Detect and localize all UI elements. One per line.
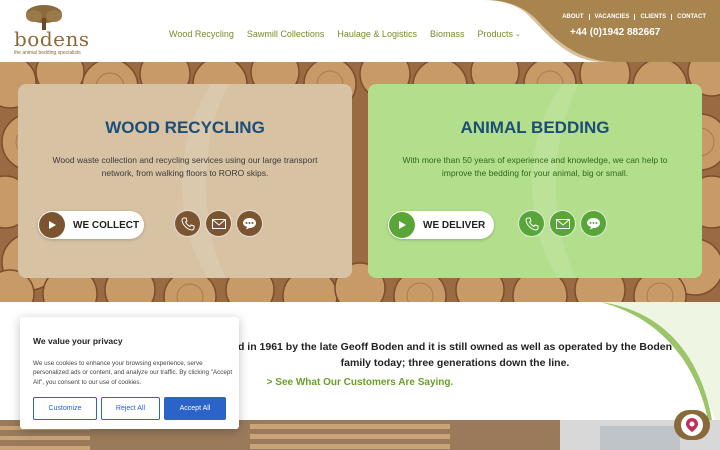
chat-widget-button[interactable] <box>674 410 710 440</box>
toplink-clients[interactable]: CLIENTS <box>635 14 673 20</box>
button-label: WE DELIVER <box>423 219 486 231</box>
chat-widget-icon <box>681 414 703 436</box>
wood-recycling-card: WOOD RECYCLING Wood waste collection and… <box>18 84 352 278</box>
phone-number[interactable]: +44 (0)1942 882667 <box>570 27 660 38</box>
cookie-title: We value your privacy <box>33 336 123 346</box>
nav-biomass[interactable]: Biomass <box>430 29 465 39</box>
toplink-contact[interactable]: CONTACT <box>672 14 706 20</box>
nav-haulage-logistics[interactable]: Haulage & Logistics <box>337 29 417 39</box>
email-icon[interactable] <box>549 210 576 237</box>
reject-all-button[interactable]: Reject All <box>101 397 160 420</box>
we-deliver-button[interactable]: WE DELIVER <box>388 211 494 239</box>
play-icon <box>39 212 65 238</box>
nav-sawmill-collections[interactable]: Sawmill Collections <box>247 29 325 39</box>
cookie-consent-dialog: We value your privacy We use cookies to … <box>20 317 239 429</box>
contact-icons <box>518 210 607 237</box>
play-icon <box>389 212 415 238</box>
card-decoration <box>532 84 702 278</box>
we-collect-button[interactable]: WE COLLECT <box>38 211 144 239</box>
card-title: ANIMAL BEDDING <box>460 118 610 137</box>
card-description: With more than 50 years of experience an… <box>402 155 668 178</box>
nav-label: Biomass <box>429 29 465 39</box>
logo-wordmark: bodens <box>14 27 90 51</box>
green-swoosh-decoration <box>600 302 720 420</box>
top-links: ABOUT VACANCIES CLIENTS CONTACT <box>557 14 706 20</box>
bodens-logo[interactable]: bodens the animal bedding specialists <box>12 4 92 58</box>
main-nav: Wood Recycling Sawmill Collections Haula… <box>169 29 521 39</box>
nav-label: Wood Recycling <box>169 29 234 39</box>
cookie-text: We use cookies to enhance your browsing … <box>33 360 233 386</box>
contact-icons <box>174 210 263 237</box>
customers-link[interactable]: > See What Our Customers Are Saying. <box>230 377 490 388</box>
accept-all-button[interactable]: Accept All <box>164 397 226 420</box>
email-icon[interactable] <box>205 210 232 237</box>
chat-bubble-icon[interactable] <box>580 210 607 237</box>
chat-bubble-icon[interactable] <box>236 210 263 237</box>
logo-tagline: the animal bedding specialists <box>14 50 81 56</box>
customize-button[interactable]: Customize <box>33 397 97 420</box>
card-title: WOOD RECYCLING <box>105 118 265 137</box>
phone-icon[interactable] <box>518 210 545 237</box>
button-label: WE COLLECT <box>73 219 140 231</box>
card-decoration <box>182 84 352 278</box>
card-description: Wood waste collection and recycling serv… <box>52 155 318 178</box>
nav-label: Haulage & Logistics <box>337 29 417 39</box>
toplink-vacancies[interactable]: VACANCIES <box>590 14 636 20</box>
phone-icon[interactable] <box>174 210 201 237</box>
animal-bedding-card: ANIMAL BEDDING With more than 50 years o… <box>368 84 702 278</box>
nav-wood-recycling[interactable]: Wood Recycling <box>169 29 234 39</box>
toplink-about[interactable]: ABOUT <box>557 14 590 20</box>
nav-label: Sawmill Collections <box>246 29 325 39</box>
